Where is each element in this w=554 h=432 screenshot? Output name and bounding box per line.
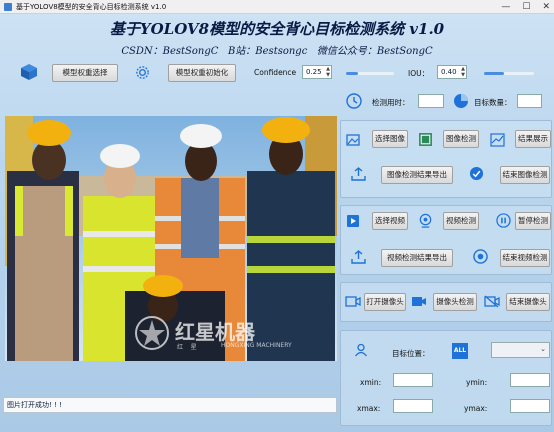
watermark-small: 红 星 <box>177 344 197 351</box>
time-value <box>418 94 444 108</box>
clock-icon <box>346 93 362 109</box>
page-subtitle: CSDN：BestSongC B站：Bestsongc 微信公众号：BestSo… <box>121 46 433 57</box>
upload-icon <box>351 167 366 181</box>
detect-camera-button[interactable]: 摄像头检测 <box>433 293 477 311</box>
user-icon <box>354 343 368 357</box>
confidence-label: Confidence <box>254 68 297 77</box>
confidence-slider-fill <box>346 72 358 75</box>
iou-slider-fill <box>484 72 504 75</box>
upload-icon <box>351 250 366 264</box>
cube-icon <box>21 64 37 80</box>
iou-spinbox[interactable]: 0.40 ▲ ▼ <box>437 65 467 79</box>
target-position-label: 目标位置： <box>392 349 430 358</box>
pause-icon <box>496 213 511 228</box>
ymax-label: ymax: <box>464 404 488 413</box>
chart-icon <box>490 133 505 147</box>
time-label: 检测用时： <box>372 98 410 107</box>
maximize-icon[interactable]: ☐ <box>522 0 530 14</box>
window-titlebar: 基于YOLOV8模型的安全背心目标检测系统 v1.0 — ☐ ✕ <box>0 0 554 14</box>
all-badge-icon: ALL <box>452 343 468 359</box>
detect-image-icon <box>419 133 432 146</box>
select-video-button[interactable]: 选择视频 <box>372 212 408 230</box>
minimize-icon[interactable]: — <box>501 0 510 14</box>
watermark-logo-icon <box>135 316 169 350</box>
close-icon[interactable]: ✕ <box>542 0 550 14</box>
export-image-button[interactable]: 图像检测结果导出 <box>381 166 453 184</box>
iou-label: IOU： <box>408 69 430 78</box>
image-display: 红星机器 红 星 HONGXING MACHINERY <box>5 116 337 361</box>
image-icon <box>346 134 360 146</box>
watermark-brand: 红星机器 <box>175 320 255 344</box>
status-bar: 图片打开成功! ! ! <box>3 397 337 413</box>
target-select[interactable]: ⌄ <box>491 342 550 358</box>
model-init-button[interactable]: 模型权重初始化 <box>168 64 236 82</box>
select-image-button[interactable]: 选择图像 <box>372 130 408 148</box>
detect-image-button[interactable]: 图像检测 <box>443 130 479 148</box>
detect-video-button[interactable]: 视频检测 <box>443 212 479 230</box>
video-file-icon <box>347 215 359 227</box>
iou-value: 0.40 <box>441 68 457 76</box>
ymax-value <box>510 399 550 413</box>
confidence-slider[interactable] <box>346 66 394 80</box>
close-camera-button[interactable]: 结束摄像头 <box>506 293 550 311</box>
confidence-value: 0.25 <box>306 68 322 76</box>
show-result-button[interactable]: 结果展示 <box>515 130 551 148</box>
xmax-value <box>393 399 433 413</box>
stop-circle-icon <box>473 249 488 264</box>
camera-outline-icon <box>345 296 361 307</box>
confidence-spinbox[interactable]: 0.25 ▲ ▼ <box>302 65 332 79</box>
spin-arrows-icon: ▲ ▼ <box>461 66 465 78</box>
watermark-en: HONGXING MACHINERY <box>221 342 292 349</box>
pie-chart-icon <box>454 94 468 108</box>
count-value <box>517 94 542 108</box>
pause-detect-button[interactable]: 暂停检测 <box>515 212 551 230</box>
ymin-label: ymin: <box>466 378 488 387</box>
xmax-label: xmax: <box>357 404 381 413</box>
gear-icon <box>136 66 149 79</box>
export-video-button[interactable]: 视频检测结果导出 <box>381 249 453 267</box>
check-circle-icon <box>469 166 484 181</box>
xmin-value <box>393 373 433 387</box>
webcam-icon <box>419 213 432 228</box>
ymin-value <box>510 373 550 387</box>
iou-slider[interactable] <box>484 66 534 80</box>
chevron-down-icon: ⌄ <box>540 345 546 353</box>
model-select-button[interactable]: 模型权重选择 <box>52 64 118 82</box>
window-title: 基于YOLOV8模型的安全背心目标检测系统 v1.0 <box>16 3 167 11</box>
camera-filled-icon <box>412 297 426 306</box>
end-video-button[interactable]: 结束视频检测 <box>500 249 550 267</box>
camera-off-icon <box>484 295 500 308</box>
count-label: 目标数量： <box>474 98 512 107</box>
page-title: 基于YOLOV8模型的安全背心目标检测系统 v1.0 <box>109 20 445 38</box>
spin-arrows-icon: ▲ ▼ <box>326 66 330 78</box>
app-icon <box>4 3 12 11</box>
xmin-label: xmin: <box>360 378 382 387</box>
open-camera-button[interactable]: 打开摄像头 <box>364 293 406 311</box>
end-image-button[interactable]: 结束图像检测 <box>500 166 550 184</box>
